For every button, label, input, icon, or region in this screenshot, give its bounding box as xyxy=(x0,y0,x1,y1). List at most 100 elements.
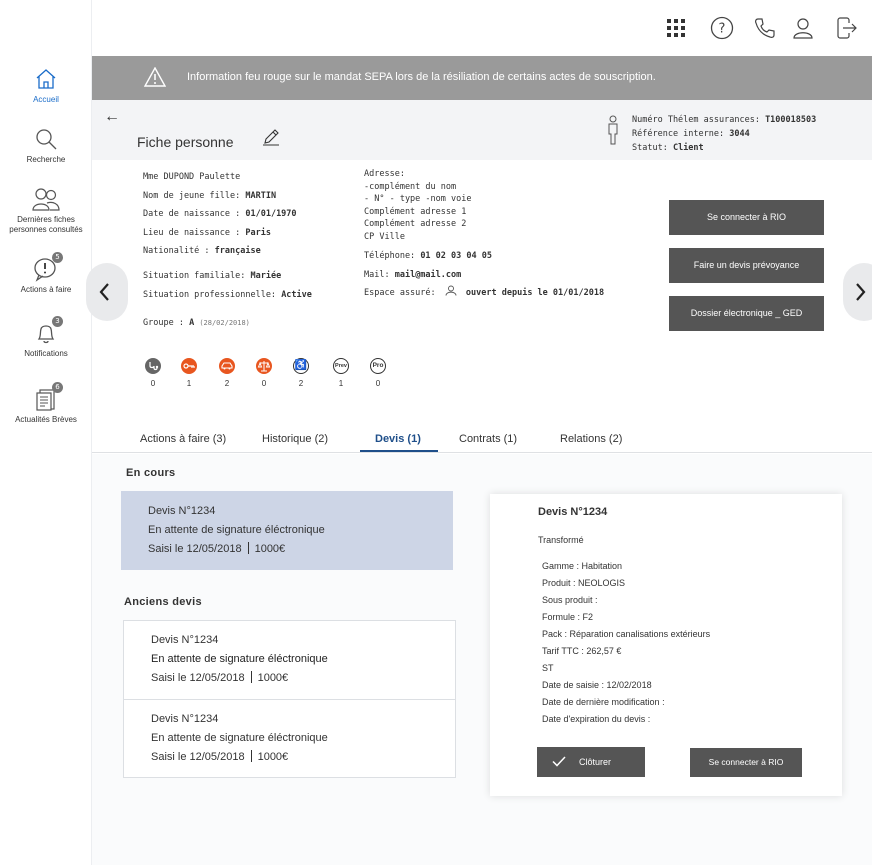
devis-amount: 1000€ xyxy=(257,672,289,684)
numero-label: Numéro Thélem assurances: xyxy=(632,115,760,125)
detail-status: Transformé xyxy=(538,535,584,545)
devis-amount: 1000€ xyxy=(254,543,286,555)
search-icon xyxy=(33,126,59,152)
anciens-list: Devis N°1234 En attente de signature élé… xyxy=(123,620,456,778)
sidebar-item-actualites[interactable]: 6 Actualités Brèves xyxy=(0,382,92,425)
stat-prevoyance[interactable]: Prev 1 xyxy=(331,358,351,388)
detail-title: Devis N°1234 xyxy=(538,506,608,518)
apps-grid-icon[interactable] xyxy=(664,16,688,40)
stat-value: 2 xyxy=(298,379,304,388)
badge: 6 xyxy=(52,382,63,393)
stat-pro[interactable]: Pro 0 xyxy=(368,358,388,388)
sidebar: Accueil Recherche Dernières fiches perso… xyxy=(0,0,92,865)
detail-line: Date de dernière modification : xyxy=(542,697,665,707)
check-icon xyxy=(552,756,566,767)
detail-line: Date de saisie : 12/02/2018 xyxy=(542,680,652,690)
user-icon[interactable] xyxy=(791,16,815,40)
stat-value: 0 xyxy=(261,379,267,388)
detail-line: ST xyxy=(542,663,554,673)
logout-icon[interactable] xyxy=(834,16,858,40)
sidebar-item-notifications[interactable]: 3 Notifications xyxy=(0,316,92,359)
alert-bubble-icon: 5 xyxy=(33,252,63,282)
person-header: ← Fiche personne Numéro Thélem assurance… xyxy=(92,100,872,160)
mail-value[interactable]: mail@mail.com xyxy=(395,270,462,280)
stethoscope-icon xyxy=(145,358,161,374)
detail-line: Produit : NEOLOGIS xyxy=(542,578,626,588)
devis-card-ancien[interactable]: Devis N°1234 En attente de signature élé… xyxy=(124,700,455,777)
stat-value: 0 xyxy=(150,379,156,388)
help-icon[interactable]: ? xyxy=(710,16,734,40)
birthplace-label: Lieu de naissance : xyxy=(143,227,241,238)
devis-date: Saisi le 12/05/2018 xyxy=(148,543,242,555)
devis-title: Devis N°1234 xyxy=(151,634,219,646)
badge: 3 xyxy=(52,316,63,327)
news-icon: 6 xyxy=(33,382,63,412)
stat-value: 2 xyxy=(224,379,230,388)
sidebar-item-actions[interactable]: 5 Actions à faire xyxy=(0,252,92,295)
person-situation: Situation familiale: Mariée Situation pr… xyxy=(143,267,312,304)
ged-button[interactable]: Dossier électronique _ GED xyxy=(669,296,824,331)
devis-prevoyance-button[interactable]: Faire un devis prévoyance xyxy=(669,248,824,283)
maiden-value: MARTIN xyxy=(245,190,277,201)
next-person-button[interactable] xyxy=(843,263,872,321)
home-icon xyxy=(33,66,59,92)
family-label: Situation familiale: xyxy=(143,271,246,281)
detail-line: Gamme : Habitation xyxy=(542,561,623,571)
tab-contrats[interactable]: Contrats (1) xyxy=(459,433,517,445)
back-arrow-icon[interactable]: ← xyxy=(104,108,120,126)
sidebar-item-accueil[interactable]: Accueil xyxy=(0,66,92,105)
family-value: Mariée xyxy=(250,271,282,281)
sidebar-item-recherche[interactable]: Recherche xyxy=(0,126,92,165)
phone-value[interactable]: 01 02 03 04 05 xyxy=(420,251,492,261)
previous-person-button[interactable] xyxy=(86,263,128,321)
tab-bar: Actions à faire (3) Historique (2) Devis… xyxy=(92,429,872,453)
person-name: Mme DUPOND Paulette xyxy=(143,172,241,182)
stat-value: 0 xyxy=(375,379,381,388)
stat-health[interactable]: 0 xyxy=(143,358,163,388)
stat-car[interactable]: 2 xyxy=(217,358,237,388)
space-value: ouvert depuis le 01/01/2018 xyxy=(465,288,605,298)
phone-label: Téléphone: xyxy=(364,251,416,261)
scale-icon xyxy=(256,358,272,374)
sidebar-item-label: Dernières fiches xyxy=(17,215,75,224)
detail-line: Sous produit : xyxy=(542,595,598,605)
cloturer-button[interactable]: Clôturer xyxy=(537,747,645,777)
devis-card-en-cours[interactable]: Devis N°1234 En attente de signature élé… xyxy=(121,491,453,570)
devis-card-ancien[interactable]: Devis N°1234 En attente de signature élé… xyxy=(124,621,455,700)
address-line: Adresse: xyxy=(364,169,405,179)
active-tab-indicator xyxy=(360,450,438,452)
pro-icon: Pro xyxy=(370,358,386,374)
address-line: CP Ville xyxy=(364,231,405,242)
tab-devis[interactable]: Devis (1) xyxy=(375,433,421,445)
stat-accessibility[interactable]: ♿ 2 xyxy=(291,358,311,388)
cloturer-label: Clôturer xyxy=(579,757,612,767)
bell-icon: 3 xyxy=(33,316,63,346)
birthplace-value: Paris xyxy=(245,227,271,238)
sidebar-item-dernieres-fiches[interactable]: Dernières fiches personnes consultés xyxy=(0,186,92,235)
user-outline-icon xyxy=(445,285,457,296)
divider xyxy=(250,671,252,683)
sidebar-item-label: Notifications xyxy=(24,349,68,358)
pro-value: Active xyxy=(281,289,312,300)
nationality-label: Nationalité : xyxy=(143,246,210,256)
edit-pencil-icon[interactable] xyxy=(262,128,280,146)
stat-key[interactable]: 1 xyxy=(179,358,199,388)
detail-connect-rio-button[interactable]: Se connecter à RIO xyxy=(690,748,802,777)
devis-status: En attente de signature éléctronique xyxy=(148,524,325,536)
connect-rio-button[interactable]: Se connecter à RIO xyxy=(669,200,824,235)
detail-line: Formule : F2 xyxy=(542,612,594,622)
person-figure-icon xyxy=(607,115,619,145)
phone-icon[interactable] xyxy=(753,16,777,40)
group-label: Groupe : xyxy=(143,318,184,328)
contact-block: Téléphone: 01 02 03 04 05 Mail: mail@mai… xyxy=(364,247,604,303)
prev-icon: Prev xyxy=(333,358,349,374)
tab-relations[interactable]: Relations (2) xyxy=(560,433,622,445)
devis-detail-panel: Devis N°1234 Transformé Gamme : Habitati… xyxy=(490,494,842,796)
stat-legal[interactable]: 0 xyxy=(254,358,274,388)
svg-text:?: ? xyxy=(719,22,726,37)
tab-historique[interactable]: Historique (2) xyxy=(262,433,328,445)
mail-label: Mail: xyxy=(364,269,390,280)
tab-actions[interactable]: Actions à faire (3) xyxy=(140,433,226,445)
devis-amount: 1000€ xyxy=(257,751,289,763)
stat-value: 1 xyxy=(338,379,344,388)
